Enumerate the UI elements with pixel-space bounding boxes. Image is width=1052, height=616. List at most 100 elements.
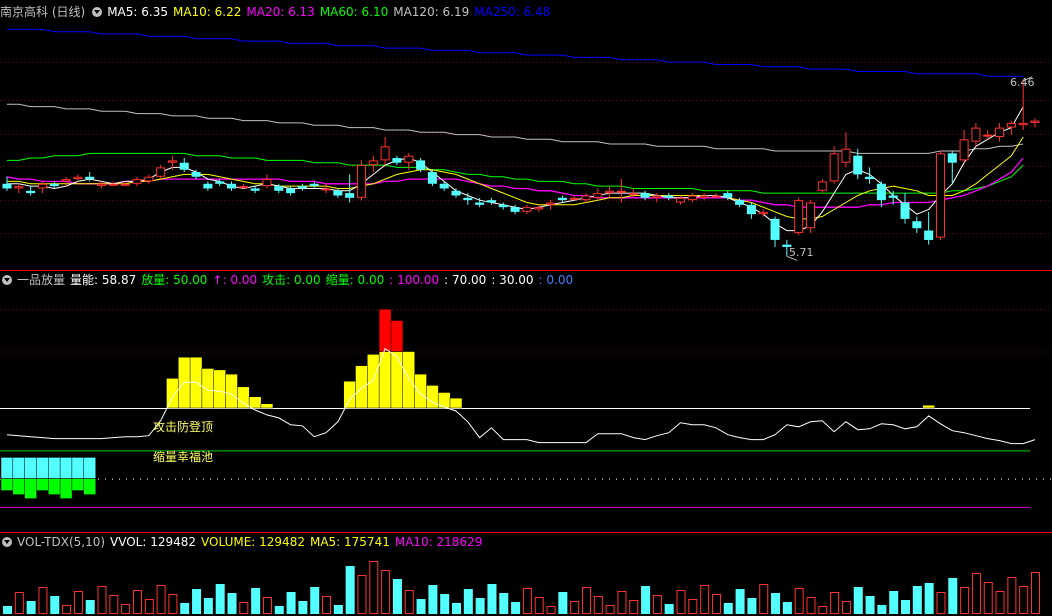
high-price-label: 6.46	[1010, 76, 1035, 89]
shrink-bar-green	[12, 478, 26, 495]
volume-bar-up	[121, 604, 131, 614]
volume-bar-down	[428, 585, 438, 614]
volume-bar-down	[440, 594, 450, 614]
volume-bar-down	[345, 566, 355, 614]
candle-body-down	[191, 172, 201, 177]
indicator-bar-yellow	[213, 369, 226, 409]
candle-body-down	[451, 190, 461, 196]
candle-body-down	[416, 160, 426, 170]
volume-bar-up	[62, 605, 72, 614]
candle-body-down	[26, 190, 36, 194]
shrink-bar-cyan	[71, 457, 85, 479]
volume-bar-down	[286, 592, 296, 614]
volume-bar-down	[948, 578, 958, 614]
candle-body-down	[557, 197, 567, 201]
volume-legend-3: MA10: 218629	[394, 535, 483, 549]
candle-body-up	[156, 167, 166, 177]
indicator-header: 一品放量 量能: 58.87 放量: 50.00 ↑: 0.00 攻击: 0.00 缩量…	[0, 271, 578, 289]
candle-body-down	[345, 193, 355, 198]
dropdown-icon[interactable]	[92, 7, 103, 17]
volume-bar-down	[203, 598, 213, 614]
stock-chart-canvas[interactable]	[0, 0, 1052, 616]
stock-title: 南京高科 (日线)	[0, 5, 86, 19]
indicator-bar-yellow	[237, 386, 250, 409]
volume-bar-up	[676, 590, 686, 614]
dropdown-icon[interactable]	[2, 537, 12, 547]
indicator-legend-0: 量能: 58.87	[70, 273, 137, 287]
indicator-legend: 量能: 58.87 放量: 50.00 ↑: 0.00 攻击: 0.00 缩量: 0.0…	[70, 271, 578, 289]
candle-body-down	[924, 230, 934, 240]
candle-body-up	[983, 134, 993, 137]
dropdown-icon[interactable]	[2, 275, 12, 285]
candle-body-up	[628, 193, 638, 196]
candle-body-up	[132, 179, 142, 184]
ma-legend-2: MA20: 6.13	[246, 5, 315, 19]
volume-bar-down	[558, 592, 568, 614]
ma-legend: MA5: 6.35 MA10: 6.22 MA20: 6.13 MA60: 6.10 M…	[107, 3, 555, 21]
volume-bar-up	[759, 584, 769, 614]
candle-body-up	[687, 195, 697, 201]
shrink-bar-green	[48, 478, 61, 495]
candle-body-up	[935, 153, 945, 238]
indicator-legend-8: : 0.00	[538, 273, 574, 287]
indicator-bar-red	[378, 308, 392, 352]
candle-body-up	[1018, 122, 1028, 126]
volume-bar-up	[818, 606, 828, 614]
volume-bar-down	[771, 593, 781, 614]
candle-body-down	[723, 193, 733, 198]
volume-bar-up	[144, 599, 154, 614]
candle-body-down	[392, 158, 402, 163]
candle-body-up	[238, 186, 248, 189]
candle-body-up	[120, 183, 130, 186]
candle-body-up	[569, 197, 579, 200]
candle-body-up	[144, 176, 154, 182]
ma-legend-3: MA60: 6.10	[319, 5, 389, 19]
volume-bar-up	[617, 591, 627, 614]
shrink-bar-green	[24, 478, 37, 499]
volume-bar-up	[262, 597, 272, 614]
indicator-bar-yellow	[260, 403, 274, 409]
volume-bar-down	[735, 589, 745, 614]
candle-body-down	[486, 200, 496, 203]
candle-body-up	[805, 202, 815, 229]
volume-bar-down	[392, 579, 402, 614]
volume-bar-up	[1007, 577, 1017, 614]
volume-bar-up	[14, 592, 24, 614]
volume-bar-down	[3, 606, 12, 614]
candle-body-up	[758, 211, 768, 215]
candle-body-down	[439, 183, 449, 189]
shrink-bar-cyan	[24, 457, 37, 479]
candle-body-up	[321, 188, 331, 191]
shrink-bar-cyan	[48, 457, 61, 479]
volume-bar-up	[806, 597, 816, 614]
volume-bar-down	[192, 589, 202, 614]
volume-bar-down	[416, 599, 426, 614]
candle-body-down	[427, 172, 437, 184]
volume-bar-up	[97, 586, 107, 614]
candle-body-down	[274, 186, 284, 191]
volume-bar-up	[570, 601, 580, 614]
candle-body-down	[770, 218, 780, 240]
volume-legend-2: MA5: 175741	[309, 535, 390, 549]
shrink-bar-cyan	[59, 457, 73, 479]
volume-bar-down	[310, 587, 320, 614]
low-price-label: 5.71	[789, 246, 814, 259]
main-header: 南京高科 (日线) MA5: 6.35 MA10: 6.22 MA20: 6.13 M…	[0, 3, 555, 21]
volume-bar-up	[593, 596, 603, 614]
candle-body-up	[37, 183, 47, 189]
indicator-bar-yellow	[390, 351, 404, 409]
volume-bar-down	[723, 603, 733, 614]
volume-bar-up	[357, 575, 367, 614]
volume-bar-up	[156, 585, 166, 614]
candle-body-down	[865, 176, 875, 180]
volume-legend-0: VVOL: 129482	[110, 535, 197, 549]
volume-bar-down	[50, 596, 60, 614]
volume-bar-up	[581, 587, 591, 614]
volume-bar-up	[971, 573, 981, 614]
volume-name: VOL-TDX(5,10)	[17, 535, 106, 549]
attack-annotation: 攻击防登顶	[153, 420, 214, 434]
candle-body-up	[97, 183, 107, 187]
candle-body-up	[262, 179, 272, 187]
shrink-bar-green	[59, 478, 73, 499]
shrink-bar-green	[36, 478, 49, 491]
